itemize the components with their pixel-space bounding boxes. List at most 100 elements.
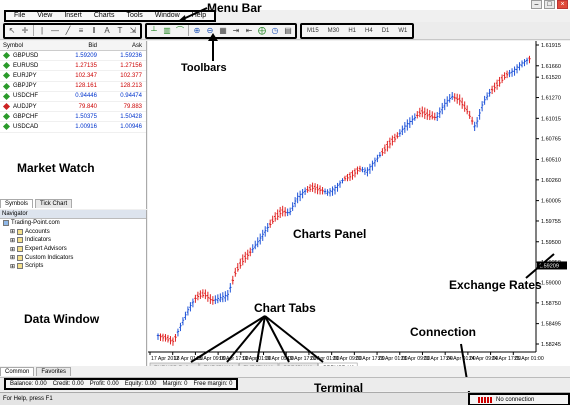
market-watch-row[interactable]: GBPJPY 128.161 128.213	[0, 82, 146, 92]
market-watch-row[interactable]: USDCHF 0.94446 0.94474	[0, 92, 146, 102]
timeframe-h1[interactable]: H1	[345, 28, 359, 34]
market-watch-header: Symbol Bid Ask	[0, 41, 146, 51]
tab-common[interactable]: Common	[0, 367, 35, 376]
connection-status-text: No connection	[496, 396, 535, 403]
market-watch-row[interactable]: GBPCHF 1.50375 1.50428	[0, 112, 146, 123]
annotation-arrows-tabs	[190, 315, 324, 363]
symbol-name: USDCAD	[13, 123, 39, 130]
expand-icon[interactable]: ⊞	[10, 228, 15, 235]
tab-symbols[interactable]: Symbols	[0, 199, 34, 208]
periods-icon[interactable]: ◷	[270, 26, 280, 36]
market-watch-row[interactable]: AUDJPY 79.840 79.883	[0, 102, 146, 113]
trendline-icon[interactable]: ╱	[63, 26, 73, 36]
y-tick-label: 1.58750	[541, 301, 561, 307]
timeframe-h4[interactable]: H4	[362, 28, 376, 34]
annotation-data-window: Data Window	[24, 312, 100, 326]
templates-icon[interactable]: ▤	[283, 26, 293, 36]
horizontal-line-icon[interactable]: —	[50, 26, 60, 36]
terminal-free-margin: Free margin: 0	[193, 381, 233, 387]
expand-icon[interactable]: ⊞	[10, 237, 15, 244]
timeframe-d1[interactable]: D1	[379, 28, 393, 34]
symbol-status-icon	[2, 52, 11, 60]
expand-icon[interactable]: ⊞	[10, 254, 15, 261]
navigator-item-indicators[interactable]: ⊞ Indicators	[0, 236, 146, 245]
navigator-item-scripts[interactable]: ⊞ Scripts	[0, 262, 146, 271]
expand-icon[interactable]: ⊞	[10, 246, 15, 253]
bid-price: 1.27135	[75, 62, 97, 69]
indicators-icon[interactable]: ⨁	[257, 26, 267, 36]
terminal-margin: Margin: 0	[162, 381, 188, 387]
timeframe-m30[interactable]: M30	[325, 28, 343, 34]
bid-price: 1.59209	[75, 52, 97, 59]
terminal-credit: Credit: 0.00	[52, 381, 84, 387]
folder-icon	[17, 254, 24, 261]
status-bar: For Help, press F1 No connection	[0, 392, 570, 405]
ask-price: 0.94474	[120, 93, 142, 100]
terminal-summary[interactable]: Balance: 0.00 Credit: 0.00 Profit: 0.00 …	[4, 378, 239, 390]
ask-price: 128.213	[120, 83, 142, 90]
timeframe-w1[interactable]: W1	[395, 28, 410, 34]
symbol-status-icon	[2, 113, 11, 121]
market-watch-row[interactable]: EURJPY 102.347 102.377	[0, 71, 146, 82]
navigator-title: Navigator	[0, 210, 146, 219]
navigator-panel: Navigator Trading-Point.com ⊞ Accounts ⊞…	[0, 210, 147, 366]
annotation-charts-panel: Charts Panel	[293, 227, 367, 241]
ask-price: 1.50428	[120, 113, 142, 120]
market-watch-row[interactable]: USDCAD 1.00916 1.00946	[0, 122, 146, 133]
terminal-balance: Balance: 0.00	[10, 381, 47, 387]
menu-charts[interactable]: Charts	[88, 12, 121, 20]
vertical-line-icon[interactable]: |	[37, 26, 47, 36]
arrow-shape-icon[interactable]: ⇲	[128, 26, 138, 36]
maximize-icon[interactable]: □	[544, 0, 555, 9]
connection-status[interactable]: No connection	[468, 393, 570, 405]
fibonacci-icon[interactable]: ǁ	[89, 26, 99, 36]
ask-price: 1.00946	[120, 123, 142, 130]
close-icon[interactable]: ×	[557, 0, 568, 9]
menu-tools[interactable]: Tools	[120, 12, 148, 20]
navigator-item-expert-advisors[interactable]: ⊞ Expert Advisors	[0, 245, 146, 254]
ask-price: 102.377	[120, 72, 142, 79]
navigator-item-accounts[interactable]: ⊞ Accounts	[0, 228, 146, 237]
annotation-arrow-rates	[525, 253, 555, 279]
cursor-icon[interactable]: ↖	[7, 26, 17, 36]
navigator-tabs: Common Favorites	[0, 366, 147, 376]
bid-price: 1.00916	[75, 123, 97, 130]
annotation-terminal: Terminal	[314, 381, 364, 395]
navigator-root[interactable]: Trading-Point.com	[0, 219, 146, 228]
symbol-status-icon	[2, 72, 11, 80]
minimize-icon[interactable]: –	[531, 0, 542, 9]
expand-icon[interactable]: ⊞	[10, 263, 15, 270]
toolbar-timeframes: M15 M30 H1 H4 D1 W1	[300, 22, 415, 39]
candlestick-icon[interactable]: ▥	[162, 26, 172, 36]
text-icon[interactable]: A	[102, 26, 112, 36]
timeframe-m15[interactable]: M15	[304, 28, 322, 34]
annotation-market-watch: Market Watch	[17, 161, 95, 175]
market-watch-row[interactable]: EURUSD 1.27135 1.27156	[0, 61, 146, 72]
menu-file[interactable]: File	[8, 12, 31, 20]
toolbar: ↖ ✛ | — ╱ ≡ ǁ A T ⇲ ┴ ▥ ⌒ ⊕ ⊖ ▦ ⇥ ⇤ ⨁ ◷ …	[0, 22, 570, 40]
market-watch-row[interactable]: GBPUSD 1.59209 1.59236	[0, 51, 146, 62]
bid-price: 79.840	[78, 103, 97, 110]
folder-icon	[17, 263, 24, 270]
toolbar-drawing-group: ↖ ✛ | — ╱ ≡ ǁ A T ⇲	[3, 22, 142, 39]
crosshair-icon[interactable]: ✛	[20, 26, 30, 36]
y-tick-label: 1.61915	[541, 43, 561, 49]
bar-chart-icon[interactable]: ┴	[149, 26, 159, 36]
zoom-in-icon[interactable]: ⊕	[192, 26, 202, 36]
menu-view[interactable]: View	[31, 12, 58, 20]
chart-shift-icon[interactable]: ⇤	[244, 26, 254, 36]
autoscroll-icon[interactable]: ⇥	[231, 26, 241, 36]
label-icon[interactable]: T	[115, 26, 125, 36]
annotation-chart-tabs: Chart Tabs	[254, 301, 316, 315]
bid-price: 102.347	[75, 72, 97, 79]
tab-tick-chart[interactable]: Tick Chart	[35, 199, 73, 208]
menu-insert[interactable]: Insert	[58, 12, 88, 20]
connection-bars-icon	[478, 396, 492, 403]
terminal-bar: Balance: 0.00 Credit: 0.00 Profit: 0.00 …	[0, 377, 570, 391]
line-chart-icon[interactable]: ⌒	[175, 26, 185, 36]
tab-favorites[interactable]: Favorites	[36, 367, 72, 376]
symbol-name: GBPCHF	[13, 113, 39, 120]
navigator-item-custom-indicators[interactable]: ⊞ Custom Indicators	[0, 253, 146, 262]
channel-icon[interactable]: ≡	[76, 26, 86, 36]
status-help-text: For Help, press F1	[3, 396, 53, 402]
